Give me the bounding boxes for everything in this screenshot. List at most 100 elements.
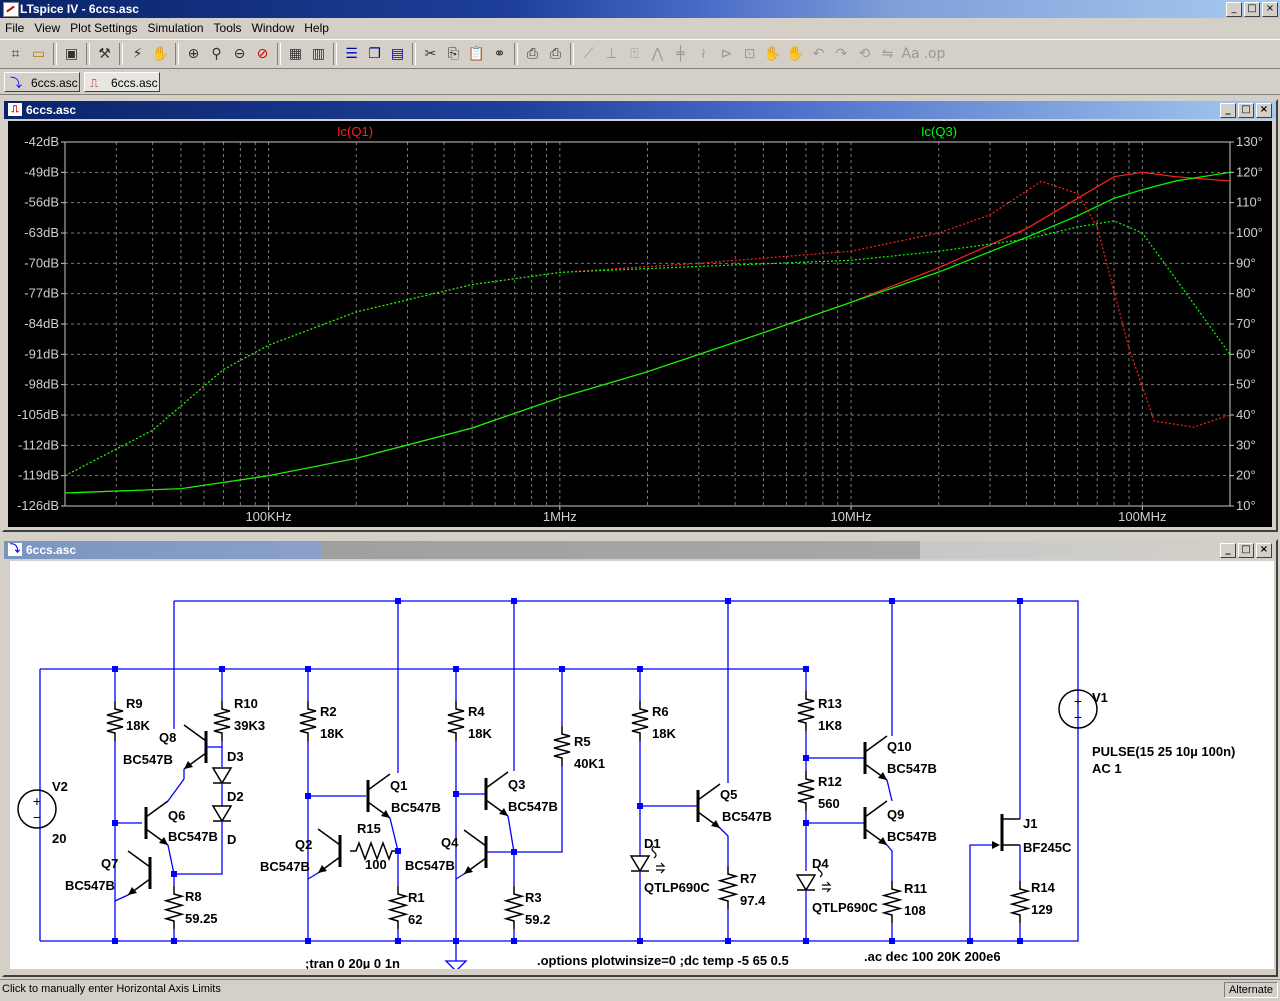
transistor-q4-collector <box>463 829 487 847</box>
tile-vertical-icon[interactable]: ▤ <box>388 44 408 64</box>
cascade-icon[interactable]: ❐ <box>365 44 385 64</box>
y-left-tick-label: -77dB <box>24 286 59 301</box>
menu-window[interactable]: Window <box>247 21 300 35</box>
run-icon[interactable]: ⚡ <box>128 44 148 64</box>
autorange-icon[interactable]: ▦ <box>286 44 306 64</box>
y-right-tick-label: 40° <box>1236 407 1256 422</box>
redo-icon[interactable]: ↷ <box>832 44 852 64</box>
y-left-tick-label: -84dB <box>24 316 59 331</box>
menu-plot-settings[interactable]: Plot Settings <box>65 21 142 35</box>
ground-icon[interactable]: ⊥ <box>602 44 622 64</box>
menu-help[interactable]: Help <box>299 21 334 35</box>
v1-ac-spec: AC 1 <box>1092 761 1122 776</box>
y-right-tick-label: 120° <box>1236 164 1263 179</box>
new-schematic-icon[interactable]: ⌗ <box>6 44 26 64</box>
diode-icon[interactable]: ⊳ <box>717 44 737 64</box>
control-panel-icon[interactable]: ⚒ <box>95 44 115 64</box>
spice-directive-ac: .ac dec 100 20K 200e6 <box>864 949 1001 964</box>
y-right-tick-label: 70° <box>1236 316 1256 331</box>
ref-r4: R4 <box>468 704 485 719</box>
schematic-minimize-button[interactable]: _ <box>1220 543 1236 558</box>
schematic-window: ⤵ 6ccs.asc _ □ × + − V2 20 R9 18K Q8 BC547B R10 3… <box>2 539 1278 977</box>
mirror-icon[interactable]: ⇋ <box>878 44 898 64</box>
menu-view[interactable]: View <box>29 21 65 35</box>
wire-junction <box>305 666 311 672</box>
resistor-r5 <box>553 726 571 766</box>
text-icon[interactable]: Aa <box>901 44 921 64</box>
wire-junction <box>511 849 517 855</box>
wire-junction <box>1017 938 1023 944</box>
open-folder-icon[interactable]: ▭ <box>29 44 49 64</box>
value-r14: 129 <box>1031 902 1053 917</box>
y-right-tick-label: 110° <box>1236 195 1262 210</box>
halt-icon[interactable]: ✋ <box>151 44 171 64</box>
print-preview-icon[interactable]: ⎙ <box>523 44 543 64</box>
zoom-cancel-icon[interactable]: ⊘ <box>253 44 273 64</box>
rotate-icon[interactable]: ⟲ <box>855 44 875 64</box>
move-icon[interactable]: ✋ <box>763 44 783 64</box>
pan-icon[interactable]: ⚲ <box>207 44 227 64</box>
resistor-r2 <box>299 701 317 741</box>
print-icon[interactable]: ⎙ <box>546 44 566 64</box>
ref-d4: D4 <box>812 856 829 871</box>
transistor-q2-arrow <box>318 865 327 873</box>
app-minimize-button[interactable]: _ <box>1226 2 1242 17</box>
voltage-source-v1-minus: − <box>1074 709 1082 725</box>
document-tabs: ⤵ 6ccs.asc ⎍ 6ccs.asc <box>0 70 1280 95</box>
copy-icon[interactable]: ⎘ <box>444 44 464 64</box>
save-icon[interactable]: ▣ <box>62 44 82 64</box>
plot-pane[interactable]: -42dB -49dB -56dB -63dB -70dB -77dB -84dB -91dB… <box>8 121 1272 527</box>
app-title: LTspice IV - 6ccs.asc <box>20 2 139 16</box>
value-q6: BC547B <box>168 829 218 844</box>
value-r7: 97.4 <box>740 893 766 908</box>
value-q5: BC547B <box>722 809 772 824</box>
undo-icon[interactable]: ↶ <box>809 44 829 64</box>
bode-plot[interactable]: -42dB -49dB -56dB -63dB -70dB -77dB -84dB -91dB… <box>8 121 1272 527</box>
wire-icon[interactable]: ⟋ <box>579 44 599 64</box>
spice-directive-icon[interactable]: .op <box>924 44 946 64</box>
zoom-out-icon[interactable]: ⊖ <box>230 44 250 64</box>
tab-waveform[interactable]: ⎍ 6ccs.asc <box>84 72 160 92</box>
y-left-tick-label: -105dB <box>17 407 59 422</box>
diode-d3 <box>211 767 233 785</box>
waveform-maximize-button[interactable]: □ <box>1238 103 1254 118</box>
waveform-close-button[interactable]: × <box>1256 103 1272 118</box>
menu-tools[interactable]: Tools <box>209 21 247 35</box>
value-r10: 39K3 <box>234 718 265 733</box>
waveform-minimize-button[interactable]: _ <box>1220 103 1236 118</box>
tab-waveform-label: 6ccs.asc <box>111 76 158 90</box>
ref-r3: R3 <box>525 890 542 905</box>
capacitor-icon[interactable]: ╪ <box>671 44 691 64</box>
schematic-canvas[interactable]: + − V2 20 R9 18K Q8 BC547B R10 39K3 D3 D2 D Q6 BC547B Q… <box>10 561 1274 969</box>
resistor-icon[interactable]: ⋀ <box>648 44 668 64</box>
schematic-close-button[interactable]: × <box>1256 543 1272 558</box>
value-v2: 20 <box>52 831 66 846</box>
autorange-y-icon[interactable]: ▥ <box>309 44 329 64</box>
resistor-r14 <box>1009 881 1031 923</box>
app-close-button[interactable]: × <box>1262 2 1278 17</box>
tab-schematic[interactable]: ⤵ 6ccs.asc <box>4 72 80 92</box>
transistor-q10-arrow <box>878 772 887 780</box>
value-q3: BC547B <box>508 799 558 814</box>
ref-r5: R5 <box>574 734 591 749</box>
inductor-icon[interactable]: ≀ <box>694 44 714 64</box>
wire-junction <box>395 938 401 944</box>
drag-icon[interactable]: ✋ <box>786 44 806 64</box>
cut-icon[interactable]: ✂ <box>421 44 441 64</box>
tile-horizontal-icon[interactable]: ☰ <box>342 44 362 64</box>
label-net-icon[interactable]: ⍐ <box>625 44 645 64</box>
menu-file[interactable]: File <box>0 21 29 35</box>
find-icon[interactable]: ⚭ <box>490 44 510 64</box>
schematic-drawing[interactable]: +−V220R918KQ8BC547BR1039K3D3D2DQ6BC547BQ… <box>10 561 1274 969</box>
ref-q3: Q3 <box>508 777 525 792</box>
zoom-in-icon[interactable]: ⊕ <box>184 44 204 64</box>
resistor-r1 <box>387 886 409 929</box>
menu-simulation[interactable]: Simulation <box>143 21 209 35</box>
resistor-r3 <box>503 886 525 929</box>
value-r4: 18K <box>468 726 492 741</box>
y-left-tick-label: -98dB <box>24 377 59 392</box>
paste-icon[interactable]: 📋 <box>467 44 487 64</box>
app-maximize-button[interactable]: □ <box>1244 2 1260 17</box>
schematic-maximize-button[interactable]: □ <box>1238 543 1254 558</box>
component-icon[interactable]: ⊡ <box>740 44 760 64</box>
